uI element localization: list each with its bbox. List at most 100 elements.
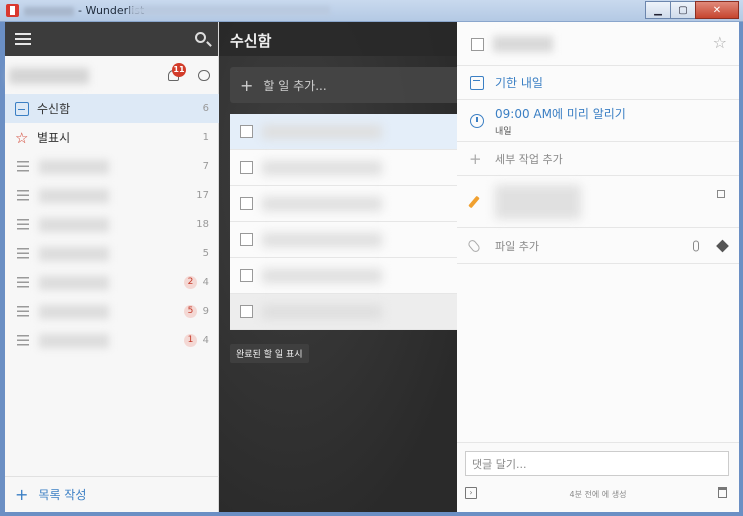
sidebar-item-list[interactable]: 1 4 (5, 326, 219, 355)
blurred-list-name (39, 217, 109, 232)
blurred-task-title (262, 305, 382, 319)
blurred-background-text (130, 6, 330, 15)
chat-bubble-icon[interactable] (198, 70, 210, 81)
blurred-title-part (24, 6, 74, 16)
list-icon (17, 161, 29, 172)
sidebar-item-list[interactable]: 17 (5, 181, 219, 210)
blurred-task-title (262, 233, 382, 247)
minimize-button[interactable]: ▁ (645, 1, 671, 19)
inbox-icon (15, 101, 29, 116)
task-row[interactable] (230, 150, 462, 186)
task-row[interactable] (230, 114, 462, 150)
detail-checkbox[interactable] (471, 38, 484, 51)
reminder-row[interactable]: 09:00 AM에 미리 알리기 내일 (457, 100, 739, 142)
app-frame: 11 수신함 6 ☆ 별표시 1 7 17 18 5 2 4 5 9 1 4 +… (5, 22, 739, 512)
notification-badge: 11 (172, 63, 186, 77)
created-timestamp: 4분 전에 에 생성 (569, 490, 627, 499)
item-count: 17 (196, 190, 209, 201)
sidebar-item-starred[interactable]: ☆ 별표시 1 (5, 123, 219, 152)
menu-icon[interactable] (15, 33, 31, 45)
sidebar-item-list[interactable]: 5 (5, 239, 219, 268)
blurred-list-name (39, 159, 109, 174)
window-titlebar: - Wunderlist ▁ ▢ ✕ (0, 0, 743, 22)
task-row[interactable] (230, 294, 462, 330)
blurred-list-name (39, 333, 109, 348)
task-detail-panel: ☆ 기한 내일 09:00 AM에 미리 알리기 내일 + 세부 작업 추가 파… (457, 22, 739, 512)
wunderlist-app-icon (6, 4, 19, 17)
add-todo-input[interactable]: + 할 일 추가... (230, 67, 462, 103)
item-count: 5 (202, 248, 209, 259)
user-row[interactable]: 11 (5, 56, 218, 94)
list-collection: 수신함 6 ☆ 별표시 1 7 17 18 5 2 4 5 9 1 4 (5, 94, 219, 355)
sidebar-item-inbox[interactable]: 수신함 6 (5, 94, 219, 123)
list-icon (17, 335, 29, 346)
task-row[interactable] (230, 186, 462, 222)
list-icon (17, 248, 29, 259)
create-list-button[interactable]: + 목록 작성 (5, 476, 219, 512)
list-icon (17, 219, 29, 230)
task-checkbox[interactable] (240, 161, 253, 174)
task-checkbox[interactable] (240, 125, 253, 138)
blurred-list-name (39, 304, 109, 319)
window-title: - Wunderlist (24, 4, 144, 17)
sidebar-item-label: 별표시 (37, 131, 71, 145)
overdue-badge: 2 (184, 276, 197, 289)
alarm-clock-icon (470, 113, 484, 128)
task-checkbox[interactable] (240, 269, 253, 282)
blurred-list-name (39, 188, 109, 203)
sidebar-item-list[interactable]: 2 4 (5, 268, 219, 297)
sidebar-item-list[interactable]: 18 (5, 210, 219, 239)
star-icon[interactable]: ☆ (713, 33, 727, 52)
blurred-note-text (495, 184, 581, 219)
overdue-badge: 5 (184, 305, 197, 318)
show-completed-button[interactable]: 완료된 할 일 표시 (230, 344, 309, 363)
list-icon (17, 190, 29, 201)
open-external-icon[interactable] (717, 190, 725, 198)
task-checkbox[interactable] (240, 305, 253, 318)
item-count: 18 (196, 219, 209, 230)
blurred-task-title[interactable] (493, 36, 553, 52)
task-row[interactable] (230, 258, 462, 294)
due-date-label: 기한 내일 (495, 76, 543, 90)
item-count: 7 (202, 161, 209, 172)
blurred-task-title (262, 161, 382, 175)
plus-icon: + (469, 149, 482, 168)
task-checkbox[interactable] (240, 197, 253, 210)
trash-icon[interactable] (718, 487, 727, 498)
pencil-icon (468, 195, 480, 208)
sidebar-item-list[interactable]: 7 (5, 152, 219, 181)
list-icon (17, 277, 29, 288)
due-date-row[interactable]: 기한 내일 (457, 66, 739, 100)
task-list (230, 114, 462, 330)
note-row[interactable] (457, 176, 739, 228)
search-icon[interactable] (195, 32, 206, 43)
list-icon (17, 306, 29, 317)
maximize-button[interactable]: ▢ (670, 1, 696, 19)
blurred-task-title (262, 197, 382, 211)
reminder-sublabel: 내일 (495, 126, 512, 137)
close-button[interactable]: ✕ (695, 1, 739, 19)
window-border (0, 512, 743, 516)
task-list-panel: 수신함 + 할 일 추가... 완료된 할 일 표시 (219, 22, 462, 512)
calendar-icon (470, 75, 484, 90)
window-controls: ▁ ▢ ✕ (645, 1, 739, 19)
add-file-label: 파일 추가 (495, 239, 539, 253)
reminder-label: 09:00 AM에 미리 알리기 (495, 106, 626, 121)
plus-icon: + (15, 485, 29, 504)
star-icon: ☆ (15, 128, 29, 147)
add-todo-placeholder: 할 일 추가... (263, 78, 327, 93)
add-file-row[interactable]: 파일 추가 (457, 228, 739, 264)
item-count: 4 (202, 277, 209, 288)
blurred-task-title (262, 269, 382, 283)
add-subtask-row[interactable]: + 세부 작업 추가 (457, 142, 739, 176)
microphone-icon[interactable] (693, 240, 699, 251)
detail-title-row: ☆ (457, 22, 739, 66)
item-count: 9 (202, 306, 209, 317)
detail-footer: 댓글 달기... › 4분 전에 에 생성 (457, 442, 739, 512)
task-checkbox[interactable] (240, 233, 253, 246)
task-row[interactable] (230, 222, 462, 258)
blurred-list-name (39, 275, 109, 290)
sidebar: 11 수신함 6 ☆ 별표시 1 7 17 18 5 2 4 5 9 1 4 +… (5, 22, 219, 512)
sidebar-item-list[interactable]: 5 9 (5, 297, 219, 326)
comment-input[interactable]: 댓글 달기... (465, 451, 729, 476)
